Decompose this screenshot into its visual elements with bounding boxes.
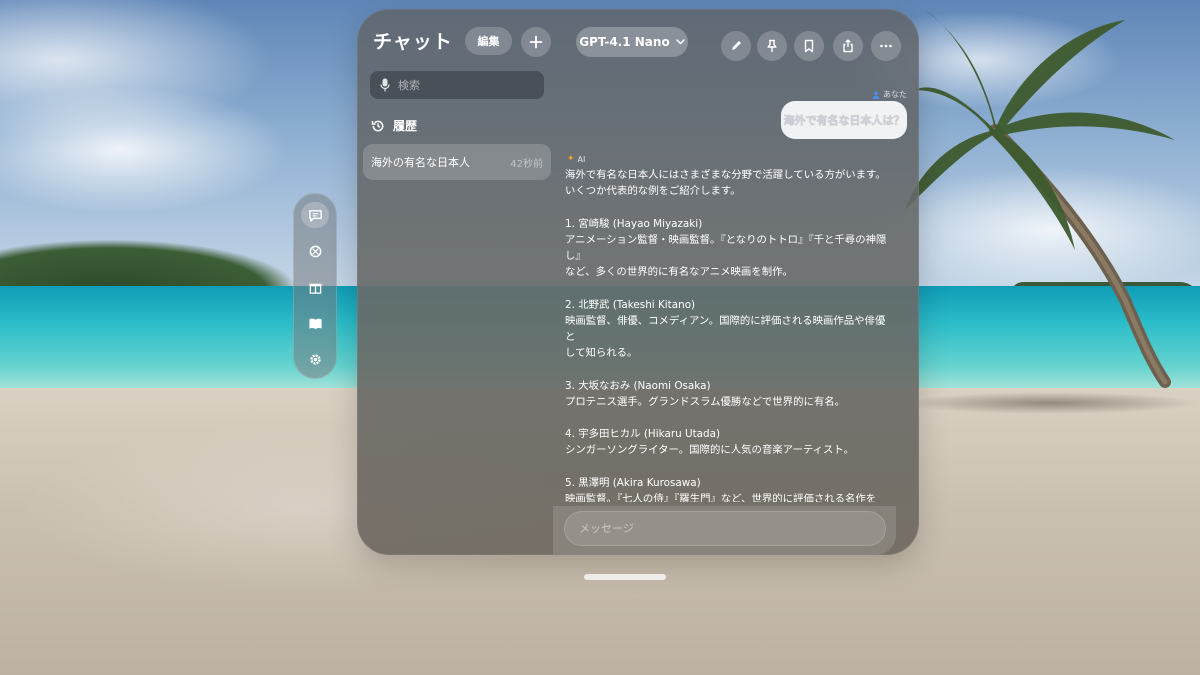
share-button[interactable] xyxy=(833,31,863,61)
window-grabber[interactable] xyxy=(584,574,666,580)
search-input[interactable] xyxy=(398,78,538,92)
model-label: GPT-4.1 Nano xyxy=(579,35,670,49)
ai-label-text: AI xyxy=(577,154,586,164)
tab-ornament xyxy=(293,193,337,379)
history-icon xyxy=(371,120,384,131)
search-bar[interactable] xyxy=(370,71,544,99)
chat-icon xyxy=(308,209,322,222)
plus-icon xyxy=(529,35,543,49)
book-icon xyxy=(308,318,322,329)
openai-icon xyxy=(309,245,321,257)
tab-settings[interactable] xyxy=(301,346,329,372)
model-selector[interactable]: GPT-4.1 Nano xyxy=(576,27,688,57)
message-input-panel xyxy=(553,506,896,555)
chat-window: チャット 編集 履歴 海外の有名な日本人 42秒前 xyxy=(357,9,919,555)
user-label-text: あなた xyxy=(883,90,907,99)
microphone-icon[interactable] xyxy=(380,78,390,92)
sidebar-title: チャット xyxy=(373,31,453,53)
bookmark-button[interactable] xyxy=(794,31,824,61)
gear-icon xyxy=(309,353,321,365)
more-button[interactable] xyxy=(871,31,901,61)
history-item[interactable]: 海外の有名な日本人 42秒前 xyxy=(363,144,551,180)
history-item-title: 海外の有名な日本人 xyxy=(371,156,470,169)
edit-button[interactable]: 編集 xyxy=(465,27,512,55)
new-chat-button[interactable] xyxy=(521,27,551,57)
gift-icon xyxy=(308,283,322,294)
pin-icon xyxy=(767,39,777,52)
sparkle-icon: ✦ xyxy=(567,154,575,164)
chevron-down-icon xyxy=(675,39,685,45)
history-header: 履歴 xyxy=(371,117,417,134)
tab-library[interactable] xyxy=(301,310,329,336)
tab-chat[interactable] xyxy=(301,202,329,228)
history-item-time: 42秒前 xyxy=(510,158,543,170)
tab-gift[interactable] xyxy=(301,274,329,300)
tab-openai[interactable] xyxy=(301,238,329,264)
palm-shadow xyxy=(900,392,1200,414)
chat-area: GPT-4.1 Nano あなた 海外で有名な日本人は？ ✦ AI 海外で有名な… xyxy=(553,9,919,555)
bookmark-icon xyxy=(804,39,814,53)
user-icon xyxy=(872,91,880,99)
share-icon xyxy=(843,39,853,53)
message-input[interactable] xyxy=(564,511,886,546)
history-title: 履歴 xyxy=(393,119,418,133)
pin-button[interactable] xyxy=(757,31,787,61)
user-label: あなた xyxy=(872,89,907,100)
sidebar: チャット 編集 履歴 海外の有名な日本人 42秒前 xyxy=(357,9,553,555)
ellipsis-icon xyxy=(880,44,892,48)
pencil-icon xyxy=(732,41,741,50)
palm-tree xyxy=(905,10,1175,388)
ai-response: 海外で有名な日本人にはさまざまな分野で活躍している方がいます。 いくつか代表的な… xyxy=(565,169,887,502)
edit-pencil-button[interactable] xyxy=(721,31,751,61)
user-message-bubble: 海外で有名な日本人は？ xyxy=(781,101,907,139)
ai-label: ✦ AI xyxy=(567,154,585,164)
